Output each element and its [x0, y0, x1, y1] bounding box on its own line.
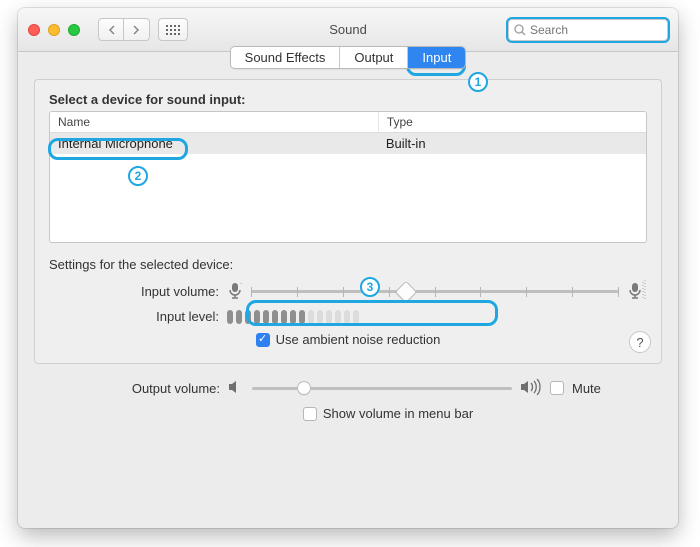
content: Sound Effects Output Input Select a devi… — [18, 52, 678, 433]
ambient-label: Use ambient noise reduction — [276, 332, 441, 347]
output-volume-slider[interactable] — [252, 378, 512, 398]
menubar-checkbox[interactable] — [303, 407, 317, 421]
bottom-panel: Output volume: Mute — [34, 364, 662, 421]
section-label: Select a device for sound input: — [49, 92, 647, 107]
tab-sound-effects[interactable]: Sound Effects — [231, 47, 341, 68]
mute-label: Mute — [572, 381, 601, 396]
device-type: Built-in — [378, 133, 646, 154]
search-field[interactable] — [508, 19, 668, 41]
tab-input[interactable]: Input — [408, 47, 465, 68]
device-name: Internal Microphone — [50, 133, 378, 154]
nav-buttons — [98, 18, 188, 41]
mic-high-icon — [627, 280, 647, 303]
settings-label: Settings for the selected device: — [49, 257, 647, 272]
tab-output[interactable]: Output — [340, 47, 408, 68]
menubar-label: Show volume in menu bar — [323, 406, 473, 421]
search-icon — [514, 24, 526, 36]
speaker-low-icon — [228, 380, 244, 397]
traffic-lights — [28, 24, 80, 36]
input-level-label: Input level: — [49, 309, 219, 324]
column-type: Type — [378, 112, 646, 132]
input-panel: Select a device for sound input: Name Ty… — [34, 79, 662, 364]
forward-button[interactable] — [124, 18, 150, 41]
input-volume-slider[interactable] — [251, 282, 619, 302]
column-name: Name — [50, 112, 378, 132]
tab-bar: Sound Effects Output Input — [230, 46, 467, 69]
mute-checkbox[interactable] — [550, 381, 564, 395]
mic-low-icon — [227, 280, 243, 303]
badge-3: 3 — [360, 277, 380, 297]
search-input[interactable] — [530, 23, 662, 37]
show-all-button[interactable] — [158, 18, 188, 41]
input-level-row: Input level: — [49, 309, 647, 324]
back-button[interactable] — [98, 18, 124, 41]
badge-2: 2 — [128, 166, 148, 186]
menubar-row: Show volume in menu bar — [50, 406, 646, 421]
output-volume-label: Output volume: — [50, 381, 220, 396]
badge-1: 1 — [468, 72, 488, 92]
minimize-icon[interactable] — [48, 24, 60, 36]
ambient-checkbox[interactable] — [256, 333, 270, 347]
input-volume-label: Input volume: — [49, 284, 219, 299]
input-volume-row: Input volume: — [49, 280, 647, 303]
input-level-meter — [227, 310, 359, 324]
ambient-row: Use ambient noise reduction — [49, 332, 647, 347]
close-icon[interactable] — [28, 24, 40, 36]
window-title: Sound — [329, 22, 367, 37]
device-list-header: Name Type — [50, 112, 646, 133]
sound-preferences-window: Sound Sound Effects Output Input Select … — [18, 8, 678, 528]
maximize-icon[interactable] — [68, 24, 80, 36]
output-volume-row: Output volume: Mute — [50, 378, 646, 398]
help-button[interactable]: ? — [629, 331, 651, 353]
speaker-high-icon — [520, 379, 542, 398]
device-row[interactable]: Internal Microphone Built-in — [50, 133, 646, 154]
